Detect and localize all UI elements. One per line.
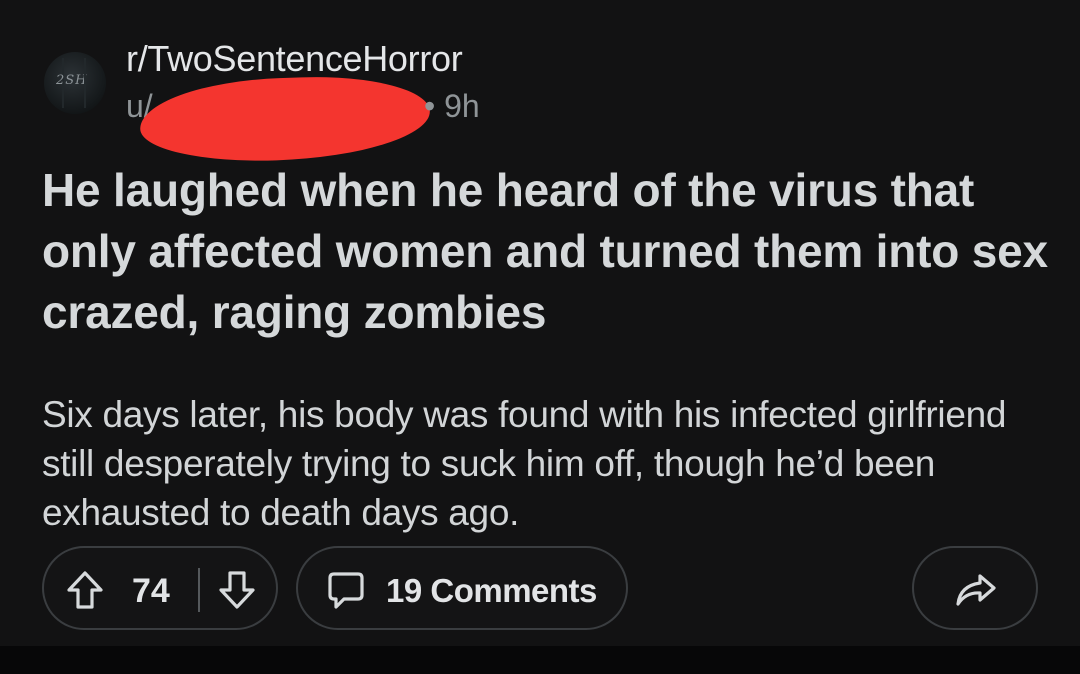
subreddit-avatar[interactable]: 2SH xyxy=(44,52,106,114)
post-age: 9h xyxy=(444,88,480,124)
bottom-divider xyxy=(0,646,1080,674)
arrow-down-icon[interactable] xyxy=(218,570,256,610)
share-arrow-icon xyxy=(956,574,996,606)
post-age-row: • 9h xyxy=(424,88,480,125)
speech-bubble-icon xyxy=(328,572,364,609)
vote-control: 74 xyxy=(42,546,278,630)
comments-label: 19 Comments xyxy=(386,572,597,609)
username-redaction xyxy=(138,72,432,166)
comments-button[interactable]: 19 Comments xyxy=(296,546,628,630)
subreddit-name[interactable]: r/TwoSentenceHorror xyxy=(126,38,463,80)
vote-divider xyxy=(198,568,200,612)
post-card: 2SH r/TwoSentenceHorror u/ • 9h He laugh… xyxy=(0,0,1080,646)
share-button[interactable] xyxy=(912,546,1038,630)
vote-count: 74 xyxy=(132,572,170,610)
post-title[interactable]: He laughed when he heard of the virus th… xyxy=(42,160,1052,343)
arrow-up-icon[interactable] xyxy=(66,570,104,610)
post-body[interactable]: Six days later, his body was found with … xyxy=(42,390,1052,537)
avatar-label: 2SH xyxy=(56,73,88,88)
meta-separator: • xyxy=(424,88,436,124)
